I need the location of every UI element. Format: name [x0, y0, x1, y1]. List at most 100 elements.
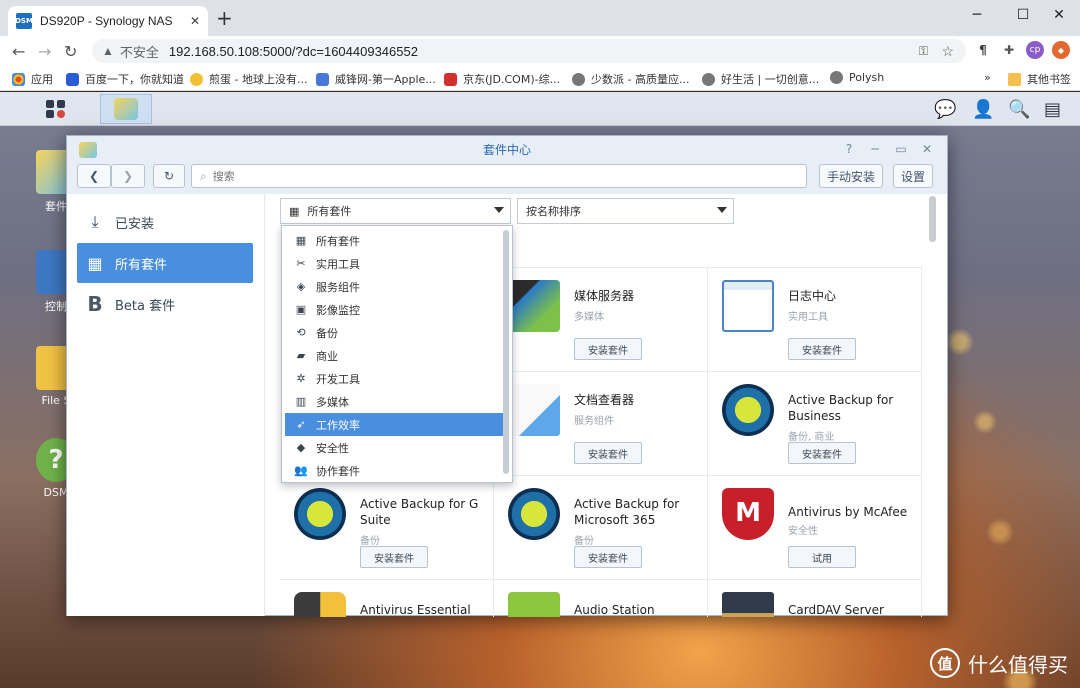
- new-tab-button[interactable]: +: [216, 8, 233, 28]
- backup-icon: ⟲: [296, 326, 306, 339]
- bookmark-jd[interactable]: 京东(JD.COM)-综...: [444, 71, 560, 87]
- install-button[interactable]: 安装套件: [360, 546, 428, 568]
- dropdown-item[interactable]: ▦ 所有套件: [285, 229, 509, 252]
- search-icon[interactable]: 🔍: [1008, 99, 1030, 120]
- jandan-icon: [190, 72, 203, 86]
- package-card[interactable]: CardDAV Server: [708, 580, 922, 617]
- dropdown-item[interactable]: ➶ 工作效率: [285, 413, 509, 436]
- package-card[interactable]: 文档查看器 服务组件 安装套件: [494, 372, 708, 476]
- bookmarks-overflow[interactable]: »: [984, 71, 991, 84]
- bookmark-apps[interactable]: 应用: [12, 71, 53, 87]
- warning-icon: ▲: [102, 44, 114, 58]
- back-button[interactable]: ❮: [77, 164, 111, 188]
- key-icon[interactable]: ⚿: [919, 44, 928, 59]
- bookmark-baidu[interactable]: 百度一下，你就知道: [66, 71, 184, 87]
- globe-icon: [830, 71, 843, 84]
- url-text: 192.168.50.108:5000/?dc=1604409346552: [168, 43, 418, 59]
- address-bar[interactable]: ▲ 不安全 192.168.50.108:5000/?dc=1604409346…: [92, 39, 966, 63]
- install-button[interactable]: 安装套件: [788, 338, 856, 360]
- bookmark-haoshenghuo[interactable]: 好生活 | 一切创意...: [702, 71, 819, 87]
- apps-grid-icon: [12, 72, 25, 86]
- bookmark-polysh[interactable]: Polysh: [830, 71, 884, 84]
- dropdown-item[interactable]: ✂ 实用工具: [285, 252, 509, 275]
- rocket-icon: ➶: [296, 418, 306, 431]
- user-icon[interactable]: 👤: [972, 99, 994, 120]
- package-card[interactable]: Antivirus Essential: [280, 580, 494, 617]
- dev-icon: ✲: [296, 372, 306, 385]
- search-field[interactable]: ⌕: [191, 164, 807, 188]
- category-select[interactable]: ▦ 所有套件: [280, 198, 511, 224]
- chevron-down-icon: [717, 207, 727, 213]
- dropdown-item[interactable]: ▰ 商业: [285, 344, 509, 367]
- log-center-icon: [722, 280, 774, 332]
- address-toolbar: ← → ↻ ▲ 不安全 192.168.50.108:5000/?dc=1604…: [0, 36, 1080, 66]
- extension-paragraph-icon[interactable]: ¶: [974, 41, 992, 59]
- close-window-button[interactable]: ✕: [1036, 0, 1080, 30]
- package-card[interactable]: M Antivirus by McAfee 安全性 试用: [708, 476, 922, 580]
- window-title: 套件中心: [67, 136, 947, 164]
- dropdown-item[interactable]: ◈ 服务组件: [285, 275, 509, 298]
- carddav-server-icon: [722, 592, 774, 617]
- package-card[interactable]: Active Backup for Microsoft 365 备份 安装套件: [494, 476, 708, 580]
- bookmark-jandan[interactable]: 煎蛋 - 地球上没有...: [190, 71, 307, 87]
- install-button[interactable]: 安装套件: [574, 546, 642, 568]
- minimize-icon[interactable]: ─: [867, 142, 883, 156]
- refresh-button[interactable]: ↻: [153, 164, 185, 188]
- forward-icon[interactable]: →: [38, 42, 51, 61]
- extensions-puzzle-icon[interactable]: ✚: [1000, 41, 1018, 59]
- trial-button[interactable]: 试用: [788, 546, 856, 568]
- bookmark-sspai[interactable]: 少数派 - 高质量应...: [572, 71, 689, 87]
- dropdown-item[interactable]: ▥ 多媒体: [285, 390, 509, 413]
- search-input[interactable]: [212, 169, 773, 183]
- reload-icon[interactable]: ↻: [64, 42, 77, 61]
- package-card[interactable]: Active Backup for G Suite 备份 安装套件: [280, 476, 494, 580]
- package-card[interactable]: 媒体服务器 多媒体 安装套件: [494, 268, 708, 372]
- sidebar-item-beta[interactable]: B Beta 套件: [77, 284, 253, 324]
- main-menu-button[interactable]: [30, 94, 82, 124]
- notifications-icon[interactable]: 💬: [934, 99, 956, 120]
- sidebar-item-installed[interactable]: ⤓ 已安装: [77, 202, 253, 242]
- install-button[interactable]: 安装套件: [574, 442, 642, 464]
- folder-icon: [1008, 72, 1021, 86]
- beta-icon: B: [87, 292, 103, 316]
- install-button[interactable]: 安装套件: [788, 442, 856, 464]
- manual-install-button[interactable]: 手动安装: [819, 164, 883, 188]
- extension-orange-icon[interactable]: ◆: [1052, 41, 1070, 59]
- film-icon: ▥: [295, 395, 307, 408]
- forward-button[interactable]: ❯: [111, 164, 145, 188]
- minimize-window-button[interactable]: ─: [954, 0, 1000, 30]
- sort-select[interactable]: 按名称排序: [517, 198, 734, 224]
- dropdown-item[interactable]: ▣ 影像监控: [285, 298, 509, 321]
- active-backup-m365-icon: [508, 488, 560, 540]
- settings-button[interactable]: 设置: [893, 164, 933, 188]
- package-card[interactable]: Active Backup for Business 备份, 商业 安装套件: [708, 372, 922, 476]
- baidu-icon: [66, 72, 79, 86]
- back-icon[interactable]: ←: [12, 42, 25, 61]
- main-scrollbar[interactable]: [929, 196, 936, 242]
- package-card[interactable]: 日志中心 实用工具 安装套件: [708, 268, 922, 372]
- grid-icon: ▦: [87, 253, 103, 273]
- antivirus-essential-icon: [294, 592, 346, 617]
- dropdown-item[interactable]: ◆ 安全性: [285, 436, 509, 459]
- other-bookmarks[interactable]: 其他书签: [1008, 71, 1071, 87]
- bookmark-feng[interactable]: 威锋网-第一Apple...: [316, 71, 436, 87]
- bookmarks-bar: 应用 百度一下，你就知道 煎蛋 - 地球上没有... 威锋网-第一Apple..…: [0, 66, 1080, 91]
- package-card[interactable]: Audio Station: [494, 580, 708, 617]
- bookmark-star-icon[interactable]: ☆: [941, 43, 954, 60]
- profile-avatar[interactable]: cp: [1026, 41, 1044, 59]
- widgets-icon[interactable]: ▤: [1044, 99, 1061, 120]
- dropdown-item[interactable]: ✲ 开发工具: [285, 367, 509, 390]
- maximize-icon[interactable]: ▭: [893, 142, 909, 156]
- mcafee-shield-icon: M: [722, 488, 774, 540]
- dropdown-scrollbar[interactable]: [503, 230, 509, 474]
- help-icon[interactable]: ?: [841, 142, 857, 156]
- sidebar-item-all-packages[interactable]: ▦ 所有套件: [77, 243, 253, 283]
- taskbar-package-center[interactable]: [100, 94, 152, 124]
- install-button[interactable]: 安装套件: [574, 338, 642, 360]
- browser-tab[interactable]: DSM DS920P - Synology NAS ✕: [8, 6, 208, 36]
- dropdown-item[interactable]: 👥 协作套件: [285, 459, 509, 482]
- close-icon[interactable]: ✕: [919, 142, 935, 156]
- active-backup-icon: [722, 384, 774, 436]
- dropdown-item[interactable]: ⟲ 备份: [285, 321, 509, 344]
- close-tab-icon[interactable]: ✕: [190, 14, 200, 28]
